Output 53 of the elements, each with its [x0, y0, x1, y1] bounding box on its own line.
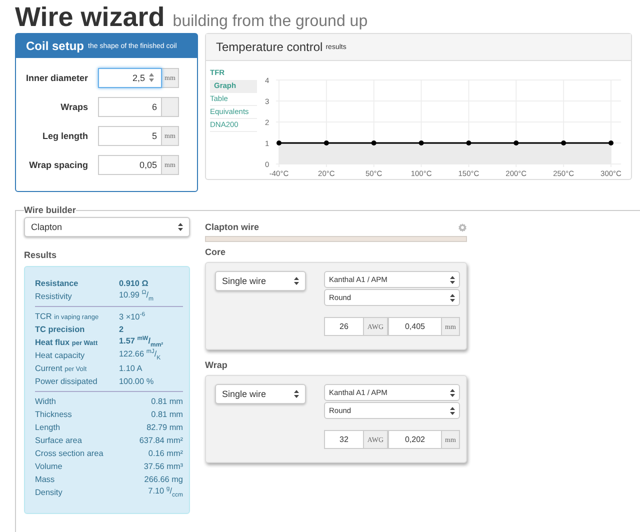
- page-subtitle: building from the ground up: [172, 13, 368, 31]
- input-field[interactable]: 5: [98, 126, 162, 146]
- result-label: TC precision: [35, 325, 86, 334]
- dropdown[interactable]: Single wire: [215, 384, 306, 404]
- result-label: Cross section area: [35, 449, 104, 458]
- field-label: Wraps: [60, 102, 88, 112]
- input-field[interactable]: 0,202: [388, 430, 442, 449]
- section-title: Results: [24, 250, 58, 260]
- result-value: 37.56 mm³: [142, 462, 183, 471]
- panel-title: Temperature control: [216, 40, 323, 54]
- result-label: Length: [35, 423, 62, 432]
- input-field[interactable]: 0,05: [98, 155, 162, 175]
- wire-title: Clapton wire: [205, 222, 260, 232]
- page-title: Wire wizard: [15, 2, 165, 33]
- result-value: 266.66 mg: [143, 475, 183, 484]
- input-field[interactable]: 2,5: [98, 68, 162, 88]
- input-field[interactable]: 26: [324, 317, 364, 336]
- result-label: Mass: [35, 475, 56, 484]
- result-value: 0.81 mm: [150, 397, 183, 406]
- result-value: 2: [119, 325, 125, 334]
- result-value: 7.10 $^{g}$/$_{ccm}$: [147, 486, 183, 499]
- result-label: Resistivity: [35, 292, 73, 301]
- section-title: Wrap: [205, 360, 228, 370]
- result-value: 100.00 %: [119, 377, 155, 386]
- result-value: 637.84 mm²: [138, 436, 183, 445]
- field-label: Wrap spacing: [28, 160, 88, 170]
- result-value: 3 ×10$^{-6}$: [119, 312, 146, 322]
- result-label: Surface area: [35, 436, 83, 445]
- result-label: Resistance: [35, 279, 80, 288]
- result-value: 1.10 A: [119, 364, 144, 373]
- result-label: Thickness: [35, 410, 73, 419]
- result-value: 1.57 $^{mW}$/$_{mm²}$: [119, 336, 164, 349]
- result-value: 0.81 mm: [150, 410, 183, 419]
- result-label: Power dissipated: [35, 377, 98, 386]
- input-field[interactable]: 6: [98, 97, 162, 117]
- result-value: 122.66 $^{mJ}$/$_{K}$: [119, 349, 162, 362]
- result-value: 0.16 mm²: [147, 449, 183, 458]
- result-value: 10.99 $^{Ω}$/$_{m}$: [119, 290, 155, 303]
- result-label: Volume: [35, 462, 64, 471]
- field-label: Leg length: [42, 131, 88, 141]
- result-label: Heat capacity: [35, 351, 86, 360]
- input-field[interactable]: 32: [324, 430, 364, 449]
- result-label: Width: [35, 397, 57, 406]
- dropdown[interactable]: Single wire: [215, 271, 306, 291]
- result-value: 82.79 mm: [146, 423, 183, 432]
- dropdown[interactable]: Clapton: [24, 217, 190, 237]
- result-label: Density: [35, 488, 64, 497]
- result-value: 0.910 Ω: [119, 279, 150, 288]
- group-legend: Wire builder: [24, 205, 76, 215]
- input-field[interactable]: 0,405: [388, 317, 442, 336]
- field-label: Inner diameter: [24, 73, 88, 83]
- panel-title: Coil setup: [26, 39, 84, 53]
- section-title: Core: [205, 247, 227, 257]
